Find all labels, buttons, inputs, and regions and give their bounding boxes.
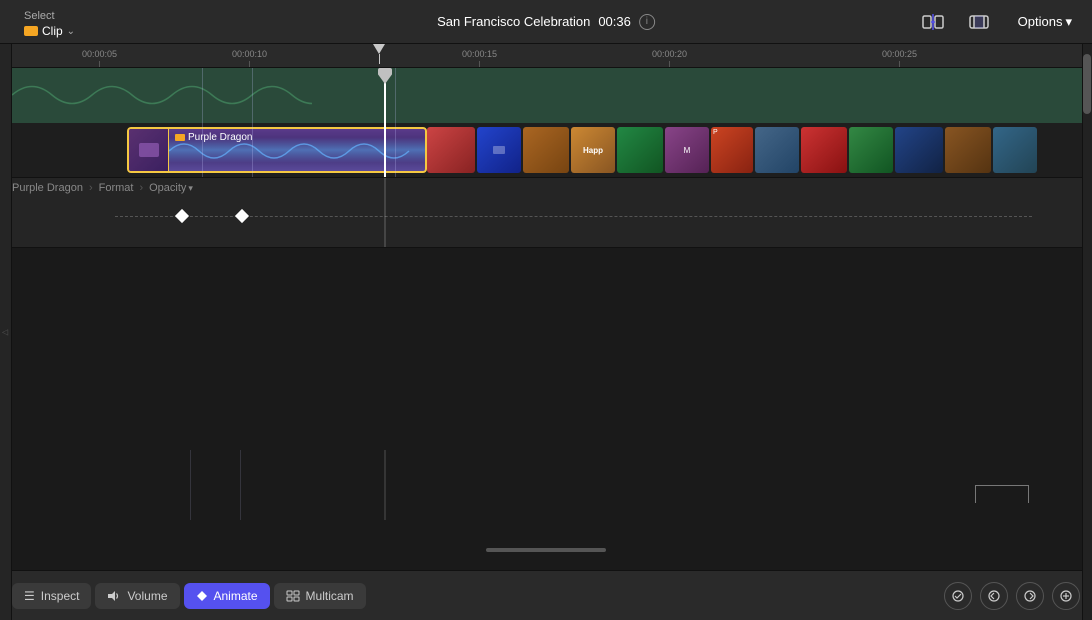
options-label: Options xyxy=(1018,14,1063,29)
kf-opacity-label[interactable]: Opacity ▾ xyxy=(149,182,193,194)
mini-clip-2[interactable] xyxy=(477,127,521,173)
check-icon xyxy=(952,590,964,602)
kf-format-label[interactable]: Format xyxy=(99,182,134,194)
clip-video-icon xyxy=(175,134,185,141)
multicam-button[interactable]: Multicam xyxy=(274,583,366,609)
ruler-mark-5s: 00:00:05 xyxy=(82,49,117,67)
bracket-decoration xyxy=(967,485,1037,520)
vguide-1 xyxy=(202,68,203,177)
timeline-ruler[interactable]: 00:00:05 00:00:10 00:00:15 00:00:20 00:0… xyxy=(12,44,1092,68)
clip-selector[interactable]: Clip ⌄ xyxy=(24,24,75,38)
mini-clip-12[interactable] xyxy=(945,127,991,173)
keyframe-track-label: Purple Dragon › Format › Opacity ▾ xyxy=(12,178,1080,196)
timeline-area[interactable]: Purple Dragon Happ M P xyxy=(12,68,1082,178)
animate-button[interactable]: Animate xyxy=(184,583,270,609)
top-toolbar: Select Clip ⌄ San Francisco Celebration … xyxy=(0,0,1092,44)
playhead-kf-line xyxy=(384,178,386,247)
mini-clip-5[interactable] xyxy=(617,127,663,173)
multicam-icon xyxy=(286,590,300,602)
scroll-indicator xyxy=(486,548,606,552)
multicam-label: Multicam xyxy=(306,589,354,603)
chevron-down-icon: ⌄ xyxy=(67,26,75,37)
inspect-button[interactable]: ☰ Inspect xyxy=(12,583,91,609)
keyframe-diamond-2[interactable] xyxy=(235,209,249,223)
bottom-toolbar-left: ☰ Inspect Volume Animate Multicam xyxy=(12,583,366,609)
toolbar-right: Options ▾ xyxy=(918,9,1080,35)
scrollbar-thumb[interactable] xyxy=(1083,54,1091,114)
project-time: 00:36 xyxy=(598,14,631,29)
volume-button[interactable]: Volume xyxy=(95,583,179,609)
mini-clip-8[interactable] xyxy=(755,127,799,173)
options-button[interactable]: Options ▾ xyxy=(1010,10,1080,34)
check-button[interactable] xyxy=(944,582,972,610)
vguide-bottom-2 xyxy=(240,450,241,520)
trim-icon xyxy=(968,13,990,31)
playhead[interactable] xyxy=(384,68,386,177)
add-keyframe-icon xyxy=(1060,590,1072,602)
snapping-icon xyxy=(922,13,944,31)
mini-clip-11[interactable] xyxy=(895,127,943,173)
ruler-marks: 00:00:05 00:00:10 00:00:15 00:00:20 00:0… xyxy=(12,44,1092,67)
keyframe-diamond-1[interactable] xyxy=(175,209,189,223)
trim-button[interactable] xyxy=(964,9,994,35)
mini-clip-3[interactable] xyxy=(523,127,569,173)
clip-waveform: Purple Dragon xyxy=(169,129,425,171)
keyframe-track: Purple Dragon › Format › Opacity ▾ ◁ xyxy=(0,178,1092,248)
mini-clip-1[interactable] xyxy=(427,127,475,173)
clip-label: Clip xyxy=(42,24,63,38)
inspect-label: Inspect xyxy=(41,589,80,603)
opacity-chevron-icon: ▾ xyxy=(188,183,193,194)
volume-icon xyxy=(107,590,121,602)
other-clips: Happ M P xyxy=(427,127,1082,173)
animate-icon xyxy=(196,590,208,602)
bottom-toolbar: ☰ Inspect Volume Animate Multicam xyxy=(0,570,1092,620)
mini-clip-9[interactable] xyxy=(801,127,847,173)
audio-track xyxy=(12,68,1082,123)
select-label: Select xyxy=(24,10,55,22)
keyframe-line xyxy=(115,216,1032,217)
mini-clip-13[interactable] xyxy=(993,127,1037,173)
vguide-bottom-1 xyxy=(190,450,191,520)
clip-icon xyxy=(24,26,38,36)
vguide-bottom-3 xyxy=(384,450,386,520)
mini-clip-4[interactable]: Happ xyxy=(571,127,615,173)
snapping-button[interactable] xyxy=(918,9,948,35)
mini-clip-6[interactable]: M xyxy=(665,127,709,173)
info-icon[interactable]: i xyxy=(639,14,655,30)
add-keyframe-button[interactable] xyxy=(1052,582,1080,610)
clip-title-label: Purple Dragon xyxy=(188,132,252,143)
clip-thumbnail xyxy=(129,129,169,171)
playhead-ruler-marker xyxy=(373,44,385,64)
next-keyframe-button[interactable] xyxy=(1016,582,1044,610)
right-scrollbar[interactable] xyxy=(1082,44,1092,620)
inspect-icon: ☰ xyxy=(24,589,35,603)
next-keyframe-icon xyxy=(1024,590,1036,602)
vguide-2 xyxy=(252,68,253,177)
animate-label: Animate xyxy=(214,589,258,603)
left-edge: ◁ xyxy=(0,44,12,620)
vguide-3 xyxy=(395,68,396,177)
ruler-mark-10s: 00:00:10 xyxy=(232,49,267,67)
purple-dragon-clip[interactable]: Purple Dragon xyxy=(127,127,427,173)
ruler-mark-20s: 00:00:20 xyxy=(652,49,687,67)
ruler-mark-15s: 00:00:15 xyxy=(462,49,497,67)
volume-label: Volume xyxy=(127,589,167,603)
mini-clip-10[interactable] xyxy=(849,127,893,173)
mini-clip-7[interactable]: P xyxy=(711,127,753,173)
prev-keyframe-icon xyxy=(988,590,1000,602)
title-section: San Francisco Celebration 00:36 i xyxy=(437,14,655,30)
prev-keyframe-button[interactable] xyxy=(980,582,1008,610)
audio-waveform xyxy=(12,68,312,123)
video-track: Purple Dragon Happ M P xyxy=(12,123,1082,178)
ruler-mark-25s: 00:00:25 xyxy=(882,49,917,67)
options-chevron-icon: ▾ xyxy=(1065,14,1072,30)
project-title: San Francisco Celebration xyxy=(437,14,590,29)
bottom-toolbar-right xyxy=(944,582,1080,610)
bottom-area xyxy=(0,450,1092,570)
kf-clip-name: Purple Dragon xyxy=(12,182,83,194)
